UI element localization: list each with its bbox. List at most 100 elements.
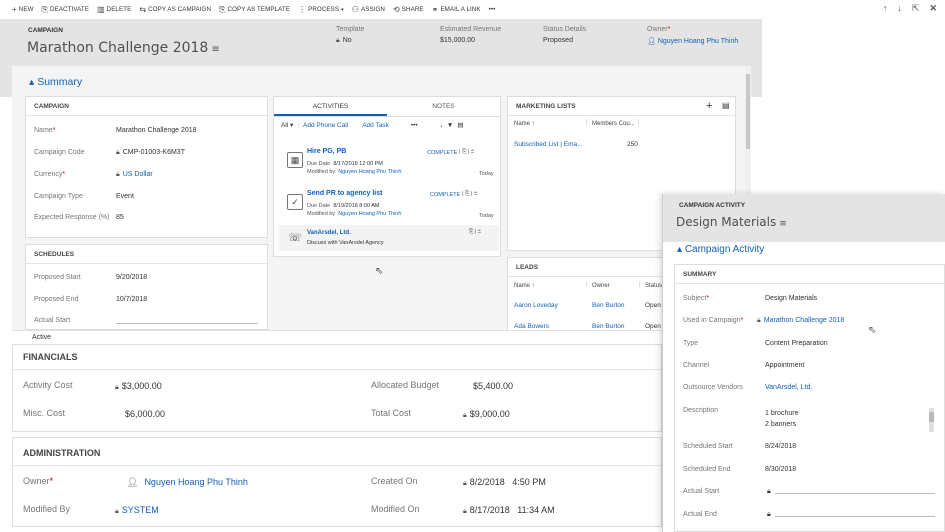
user-icon: 👤︎	[127, 477, 139, 487]
financials-section: FINANCIALS Activity Cost 🔒︎ $3,000.00 All…	[12, 344, 662, 432]
lock-icon: 🔒︎	[116, 149, 120, 156]
item-actions-icon[interactable]: | ⎘ | ≚	[462, 191, 477, 198]
copy-template-icon: ⎘	[219, 4, 226, 14]
description-scrollbar[interactable]	[929, 408, 934, 432]
copy-as-campaign-button[interactable]: ⇆ COPY AS CAMPAIGN	[139, 5, 211, 14]
list-item[interactable]: Subscribed List | Ema...	[514, 141, 583, 148]
header-status: Status Details Proposed	[543, 26, 587, 44]
campaign-card: CAMPAIGN Name* Marathon Challenge 2018 Ca…	[25, 96, 268, 238]
item-actions-icon[interactable]: | ⎘ | ≚	[459, 149, 474, 156]
menu-icon[interactable]: ≡	[779, 219, 787, 229]
deactivate-icon: ⎘	[41, 4, 49, 14]
window-controls: ↑ ↓ ⇱ ✕	[883, 3, 937, 14]
plus-icon: +	[12, 5, 17, 14]
activities-toolbar: All ▾ | Add Phone Call Add Task ••• ↓ ▼ …	[281, 121, 464, 130]
grid-icon[interactable]: ▤	[457, 121, 463, 129]
tab-activities[interactable]: ACTIVITIES	[274, 97, 387, 116]
email-link-button[interactable]: ⚭ EMAIL A LINK	[432, 5, 481, 14]
panel-title: Design Materials ≡	[676, 215, 787, 229]
budget-value[interactable]: $5,400.00	[473, 381, 513, 391]
modified-by-link[interactable]: 🔒︎ SYSTEM	[115, 505, 159, 516]
arrow-down-icon[interactable]: ↓	[897, 3, 902, 14]
sort-icon[interactable]: ↓	[440, 122, 443, 129]
column-owner[interactable]: Owner	[592, 283, 610, 289]
lock-icon: 🔒︎	[463, 508, 467, 515]
status-bar: Active	[12, 330, 662, 344]
activity-item[interactable]: ▦ Hire PG, PB Due Date 8/17/2018 12:00 P…	[279, 142, 499, 182]
menu-icon[interactable]: ≡	[211, 44, 219, 55]
process-button[interactable]: ⋮ PROCESS ▾	[298, 5, 344, 14]
item-actions-icon[interactable]: ⎘ | ≚	[469, 229, 481, 236]
header-owner: Owner* 👤︎ Nguyen Hoang Phu Thinh	[647, 26, 747, 45]
link-icon: ⚭	[431, 5, 439, 14]
lock-icon: 🔒︎	[115, 508, 119, 515]
mouse-cursor-icon: ⇖	[868, 325, 877, 336]
calendar-icon: ▦	[287, 152, 303, 168]
campaign-activity-panel: CAMPAIGN ACTIVITY Design Materials ≡ ▴ Ca…	[662, 194, 945, 532]
owner-link[interactable]: 👤︎ Nguyen Hoang Phu Thinh	[647, 37, 747, 45]
column-status[interactable]: Status	[645, 283, 662, 289]
lock-icon: 🔒︎	[463, 480, 467, 487]
assign-icon: ⚇	[351, 5, 359, 14]
filter-icon[interactable]: ▼	[447, 122, 453, 129]
trash-icon: ▥	[96, 5, 105, 14]
add-icon[interactable]: +	[706, 100, 712, 112]
column-members[interactable]: Members Cou...	[592, 121, 635, 127]
entity-name: CAMPAIGN	[28, 27, 63, 34]
total-cost-value: 🔒︎ $9,000.00	[463, 409, 510, 419]
modified-on-value: 🔒︎ 8/17/2018 11:34 AM	[463, 505, 555, 515]
copy-icon: ⇆	[139, 5, 147, 14]
delete-button[interactable]: ▥ DELETE	[97, 5, 131, 14]
arrow-up-icon[interactable]: ↑	[883, 3, 888, 14]
lock-icon: 🔒︎	[757, 317, 761, 324]
lead-row[interactable]: Aaron Loveday	[514, 302, 558, 309]
user-icon: 👤︎	[647, 38, 658, 45]
lock-icon: 🔒︎	[116, 171, 120, 178]
column-name[interactable]: Name ↑	[514, 283, 535, 289]
lock-icon: 🔒︎	[336, 37, 340, 44]
lead-row[interactable]: Ada Bowers	[514, 323, 549, 330]
add-phone-call-link[interactable]: Add Phone Call	[303, 122, 348, 129]
panel-summary-card: SUMMARY Subject* Design Materials Used in…	[674, 264, 945, 532]
copy-as-template-button[interactable]: ⎘ COPY AS TEMPLATE	[219, 5, 290, 15]
command-bar: + NEW ⎘ DEACTIVATE ▥ DELETE ⇆ COPY AS CAMPAI…	[0, 0, 945, 19]
administration-section: ADMINISTRATION Owner* 👤︎ Nguyen Hoang Phu…	[12, 437, 662, 527]
misc-cost-value[interactable]: $6,000.00	[125, 409, 165, 419]
activities-card: ACTIVITIES NOTES All ▾ | Add Phone Call …	[273, 96, 501, 257]
record-title: Marathon Challenge 2018 ≡	[27, 40, 220, 56]
lock-icon: 🔒︎	[115, 384, 119, 391]
grid-view-icon[interactable]: ▤	[722, 101, 730, 110]
owner-link[interactable]: 👤︎ Nguyen Hoang Phu Thinh	[127, 477, 248, 488]
summary-section-label[interactable]: ▴ Summary	[29, 76, 82, 88]
activity-item[interactable]: ✓ Send PR to agency list Due Date 8/19/2…	[279, 184, 499, 224]
schedules-card: SCHEDULES Proposed Start 9/20/2018 Propos…	[25, 244, 268, 330]
assign-button[interactable]: ⚇ ASSIGN	[352, 5, 385, 14]
phone-icon: ☏	[288, 232, 302, 244]
more-actions-button[interactable]: •••	[411, 122, 418, 129]
mouse-cursor-icon: ⇖	[375, 266, 384, 277]
more-commands-button[interactable]: •••	[489, 6, 496, 13]
filter-select[interactable]: All ▾	[281, 121, 293, 129]
complete-button[interactable]: COMPLETE	[427, 150, 457, 156]
new-button[interactable]: + NEW	[12, 5, 34, 14]
tab-notes[interactable]: NOTES	[387, 97, 500, 116]
lock-icon: 🔒︎	[463, 412, 467, 419]
process-icon: ⋮	[298, 5, 307, 14]
panel-section-label[interactable]: ▴ Campaign Activity	[677, 244, 764, 255]
created-on-value: 🔒︎ 8/2/2018 4:50 PM	[463, 477, 546, 487]
header-template: Template 🔒︎ No	[336, 26, 365, 44]
popout-icon[interactable]: ⇱	[912, 3, 920, 14]
panel-entity-name: CAMPAIGN ACTIVITY	[679, 202, 746, 209]
activity-item[interactable]: ☏ VanArsdel, Ltd. Discuss with VanArsdel…	[279, 225, 499, 251]
complete-button[interactable]: COMPLETE	[430, 192, 460, 198]
task-check-icon: ✓	[287, 194, 303, 210]
deactivate-button[interactable]: ⎘ DEACTIVATE	[42, 5, 89, 15]
activity-cost-value: 🔒︎ $3,000.00	[115, 381, 162, 391]
close-icon[interactable]: ✕	[929, 3, 937, 14]
column-name[interactable]: Name ↑	[514, 121, 535, 127]
header-revenue: Estimated Revenue $15,000.00	[440, 26, 502, 44]
share-icon: ⟲	[392, 5, 400, 14]
add-task-link[interactable]: Add Task	[362, 122, 389, 129]
share-button[interactable]: ⟲ SHARE	[393, 5, 424, 14]
chevron-down-icon: ▾	[341, 6, 344, 13]
